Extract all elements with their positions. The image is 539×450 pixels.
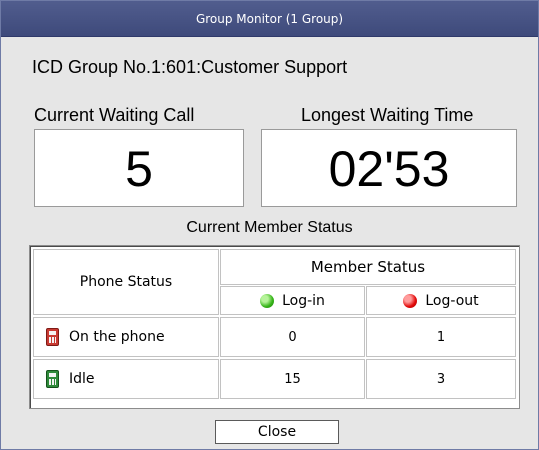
row-idle-label: Idle — [33, 359, 219, 399]
logout-column-header: Log-out — [366, 286, 516, 315]
current-waiting-call-label: Current Waiting Call — [34, 105, 195, 125]
phone-red-icon — [46, 328, 59, 346]
member-status-table: Phone Status Member Status Log-in Log-ou… — [29, 245, 520, 409]
row-label-text: On the phone — [69, 329, 165, 345]
member-status-header: Member Status — [220, 249, 516, 285]
red-status-icon — [403, 293, 418, 308]
on-the-phone-login-count: 0 — [220, 317, 365, 357]
phone-status-header: Phone Status — [33, 249, 219, 315]
row-label-text: Idle — [69, 371, 95, 387]
group-monitor-window: Group Monitor (1 Group) ICD Group No.1:6… — [0, 0, 539, 450]
green-status-icon — [260, 293, 275, 308]
window-title: Group Monitor (1 Group) — [1, 1, 538, 37]
group-title: ICD Group No.1:601:Customer Support — [32, 57, 348, 77]
idle-logout-count: 3 — [366, 359, 516, 399]
idle-login-count: 15 — [220, 359, 365, 399]
member-status-title: Current Member Status — [186, 219, 353, 236]
login-column-header: Log-in — [220, 286, 365, 315]
phone-green-icon — [46, 370, 59, 388]
close-button[interactable]: Close — [215, 420, 339, 444]
login-label: Log-in — [282, 292, 325, 309]
current-waiting-call-value: 5 — [34, 129, 244, 207]
on-the-phone-logout-count: 1 — [366, 317, 516, 357]
row-on-the-phone-label: On the phone — [33, 317, 219, 357]
logout-label: Log-out — [425, 292, 479, 309]
longest-waiting-time-label: Longest Waiting Time — [301, 105, 474, 125]
longest-waiting-time-value: 02'53 — [261, 129, 517, 207]
